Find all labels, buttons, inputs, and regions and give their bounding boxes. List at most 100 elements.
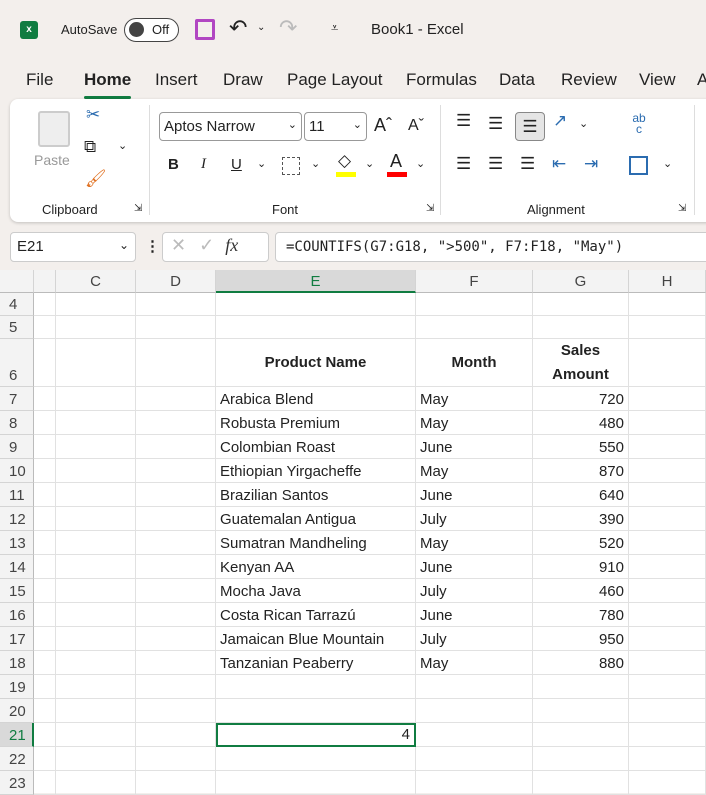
enter-icon[interactable]: ✓ [199, 235, 214, 255]
table-cell[interactable]: May [416, 531, 533, 555]
cell-h18[interactable] [629, 651, 706, 675]
cell-c20[interactable] [56, 699, 136, 723]
cell-c13[interactable] [56, 531, 136, 555]
cell-b18[interactable] [34, 651, 56, 675]
cell-f23[interactable] [416, 771, 533, 795]
formula-input[interactable]: =COUNTIFS(G7:G18, ">500", F7:F18, "May") [275, 232, 706, 262]
cell-h12[interactable] [629, 507, 706, 531]
column-header-d[interactable]: D [136, 270, 216, 293]
align-right-icon[interactable]: ☰ [520, 154, 535, 174]
cell-d8[interactable] [136, 411, 216, 435]
table-cell[interactable]: Colombian Roast [216, 435, 416, 459]
cell-c23[interactable] [56, 771, 136, 795]
cell-b22[interactable] [34, 747, 56, 771]
cell-d17[interactable] [136, 627, 216, 651]
cell-h15[interactable] [629, 579, 706, 603]
cell-f5[interactable] [416, 316, 533, 339]
cell-g23[interactable] [533, 771, 629, 795]
table-cell[interactable]: July [416, 507, 533, 531]
cell-d13[interactable] [136, 531, 216, 555]
insert-function-button[interactable]: fx [225, 235, 238, 255]
cell-g20[interactable] [533, 699, 629, 723]
row-header-11[interactable]: 11 [0, 483, 34, 507]
merge-dropdown-icon[interactable]: ⌄ [663, 157, 672, 170]
table-cell[interactable]: 910 [533, 555, 629, 579]
cell-h11[interactable] [629, 483, 706, 507]
borders-dropdown-icon[interactable]: ⌄ [311, 157, 320, 170]
more-options-icon[interactable]: ⋮ [145, 237, 160, 255]
font-launcher-icon[interactable]: ⇲ [426, 203, 434, 214]
font-color-button[interactable]: A [390, 151, 402, 172]
decrease-indent-icon[interactable]: ⇤ [552, 154, 566, 174]
table-cell[interactable]: Ethiopian Yirgacheffe [216, 459, 416, 483]
cell-b8[interactable] [34, 411, 56, 435]
cell-b15[interactable] [34, 579, 56, 603]
cell-h19[interactable] [629, 675, 706, 699]
align-left-icon[interactable]: ☰ [456, 154, 471, 174]
row-header-16[interactable]: 16 [0, 603, 34, 627]
cell-c15[interactable] [56, 579, 136, 603]
cell-h21[interactable] [629, 723, 706, 747]
row-header-5[interactable]: 5 [0, 316, 34, 339]
cell-e4[interactable] [216, 293, 416, 316]
table-cell[interactable]: 880 [533, 651, 629, 675]
tab-review[interactable]: Review [561, 70, 617, 90]
row-header-6[interactable]: 6 [0, 339, 34, 387]
cell-c6[interactable] [56, 339, 136, 387]
cell-c18[interactable] [56, 651, 136, 675]
cell-d16[interactable] [136, 603, 216, 627]
column-header-c[interactable]: C [56, 270, 136, 293]
select-all-corner[interactable] [0, 270, 34, 293]
cell-d12[interactable] [136, 507, 216, 531]
cell-c8[interactable] [56, 411, 136, 435]
cell-b6[interactable] [34, 339, 56, 387]
table-cell[interactable]: May [416, 459, 533, 483]
tab-page-layout[interactable]: Page Layout [287, 70, 382, 90]
font-color-dropdown-icon[interactable]: ⌄ [416, 157, 425, 170]
cell-d11[interactable] [136, 483, 216, 507]
orientation-icon[interactable]: ↗ [553, 111, 567, 131]
table-cell[interactable]: 950 [533, 627, 629, 651]
cell-e20[interactable] [216, 699, 416, 723]
table-cell[interactable]: 720 [533, 387, 629, 411]
cell-h14[interactable] [629, 555, 706, 579]
copy-dropdown-icon[interactable]: ⌄ [118, 139, 127, 152]
align-top-icon[interactable]: ☰ [456, 111, 471, 131]
align-middle-icon[interactable]: ☰ [488, 114, 503, 134]
borders-icon[interactable] [282, 157, 300, 175]
merge-center-icon[interactable] [629, 156, 648, 175]
cell-c16[interactable] [56, 603, 136, 627]
table-cell[interactable]: Costa Rican Tarrazú [216, 603, 416, 627]
cell-c19[interactable] [56, 675, 136, 699]
customize-toolbar-icon[interactable]: ⩡ [331, 20, 338, 36]
cell-d5[interactable] [136, 316, 216, 339]
cell-d4[interactable] [136, 293, 216, 316]
table-cell[interactable]: May [416, 387, 533, 411]
redo-icon[interactable]: ↷ [279, 15, 297, 41]
cell-b19[interactable] [34, 675, 56, 699]
row-header-17[interactable]: 17 [0, 627, 34, 651]
cell-d14[interactable] [136, 555, 216, 579]
table-cell[interactable]: Kenyan AA [216, 555, 416, 579]
cut-icon[interactable]: ✂ [86, 105, 100, 125]
table-cell[interactable]: 480 [533, 411, 629, 435]
cell-h4[interactable] [629, 293, 706, 316]
result-cell-e21[interactable]: 4 [216, 723, 416, 747]
row-header-12[interactable]: 12 [0, 507, 34, 531]
cell-b12[interactable] [34, 507, 56, 531]
cell-d6[interactable] [136, 339, 216, 387]
row-header-7[interactable]: 7 [0, 387, 34, 411]
cell-c21[interactable] [56, 723, 136, 747]
increase-indent-icon[interactable]: ⇥ [584, 154, 598, 174]
table-header[interactable]: Month [416, 339, 533, 387]
table-cell[interactable]: 460 [533, 579, 629, 603]
clipboard-launcher-icon[interactable]: ⇲ [134, 203, 142, 214]
table-cell[interactable]: June [416, 555, 533, 579]
table-header[interactable]: Sales Amount [533, 339, 629, 387]
underline-dropdown-icon[interactable]: ⌄ [257, 157, 266, 170]
fill-color-dropdown-icon[interactable]: ⌄ [365, 157, 374, 170]
tab-data[interactable]: Data [499, 70, 535, 90]
table-cell[interactable]: May [416, 651, 533, 675]
cell-d22[interactable] [136, 747, 216, 771]
cell-c12[interactable] [56, 507, 136, 531]
